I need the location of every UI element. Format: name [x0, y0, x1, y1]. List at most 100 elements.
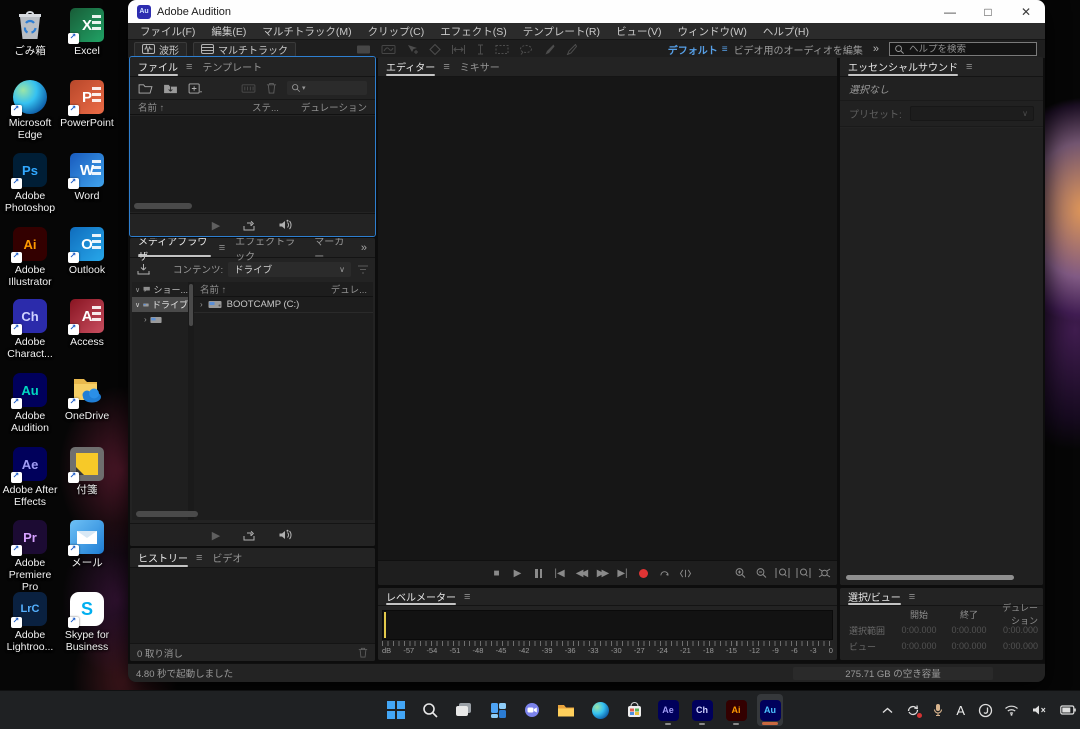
files-list-empty[interactable]	[130, 116, 375, 212]
menu-view[interactable]: ビュー(V)	[608, 24, 670, 39]
stop-button[interactable]: ■	[486, 568, 507, 579]
tab-selection-view[interactable]: 選択/ビュー	[848, 588, 901, 606]
desktop-icon-sticky-notes[interactable]: 付箋	[58, 447, 116, 496]
editor-canvas-empty[interactable]	[378, 77, 837, 560]
razor-tool-icon[interactable]	[429, 44, 441, 55]
menu-edit[interactable]: 編集(E)	[203, 24, 254, 39]
edge-button[interactable]	[587, 694, 613, 726]
menu-templates[interactable]: テンプレート(R)	[515, 24, 608, 39]
trash-icon[interactable]	[358, 647, 368, 658]
file-explorer-button[interactable]	[553, 694, 579, 726]
onedrive-sync-icon[interactable]	[906, 704, 920, 717]
tab-media-browser[interactable]: メディアブラウザー	[138, 238, 211, 258]
chat-button[interactable]	[519, 694, 545, 726]
column-duration[interactable]: デュレーション	[301, 100, 367, 114]
menu-clip[interactable]: クリップ(C)	[360, 24, 433, 39]
selection-duration-value[interactable]: 0:00.000	[994, 625, 1042, 635]
desktop-icon-lightroom[interactable]: LrC Adobe Lightroo...	[1, 592, 59, 653]
close-button[interactable]: ✕	[1007, 0, 1045, 23]
essential-sound-menu-icon[interactable]: ≡	[966, 61, 972, 73]
desktop-icon-access[interactable]: A Access	[58, 299, 116, 348]
tab-mixer[interactable]: ミキサー	[460, 57, 500, 77]
paintbrush-tool-icon[interactable]	[543, 44, 555, 55]
content-dropdown[interactable]: ドライブ ∨	[228, 262, 351, 277]
preview-play-button[interactable]: ▶	[212, 529, 220, 542]
media-panel-menu-icon[interactable]: ≡	[219, 242, 225, 254]
loop-playback-button[interactable]	[654, 568, 675, 579]
search-button[interactable]	[417, 694, 443, 726]
multitrack-mode-button[interactable]: マルチトラック	[193, 42, 296, 57]
skip-to-end-button[interactable]: ▶|	[612, 568, 633, 579]
waveform-mode-button[interactable]: 波形	[134, 42, 187, 57]
loop-speaker-icon[interactable]	[278, 219, 293, 231]
desktop-icon-edge[interactable]: Microsoft Edge	[1, 80, 59, 141]
tab-level-meter[interactable]: レベルメーター	[386, 588, 456, 606]
tab-essential-sound[interactable]: エッセンシャルサウンド	[848, 57, 958, 77]
desktop-icon-onedrive[interactable]: OneDrive	[58, 373, 116, 422]
new-file-icon[interactable]	[188, 83, 203, 94]
desktop-icon-mail[interactable]: メール	[58, 520, 116, 569]
tab-video[interactable]: ビデオ	[212, 548, 242, 568]
desktop-icon-audition[interactable]: Au Adobe Audition	[1, 373, 59, 434]
batch-process-icon[interactable]	[241, 83, 256, 94]
spectral-pitch-tool-icon[interactable]	[381, 44, 396, 55]
volume-icon[interactable]	[1032, 704, 1047, 716]
zoom-out-time-button[interactable]	[793, 567, 814, 579]
battery-icon[interactable]	[1060, 705, 1076, 715]
media-hscrollbar[interactable]	[136, 511, 198, 517]
tab-markers[interactable]: マーカー	[314, 238, 347, 258]
files-hscrollbar[interactable]	[134, 203, 192, 209]
help-search-box[interactable]	[889, 42, 1037, 56]
tab-history[interactable]: ヒストリー	[138, 548, 188, 568]
view-start-value[interactable]: 0:00.000	[894, 641, 944, 651]
tab-editor[interactable]: エディター	[386, 57, 435, 77]
taskbar-character-animator-button[interactable]: Ch	[689, 694, 715, 726]
ime-mode-indicator[interactable]: A	[956, 703, 965, 718]
zoom-out-button[interactable]	[751, 567, 772, 579]
view-duration-value[interactable]: 0:00.000	[994, 641, 1042, 651]
pause-button[interactable]	[528, 569, 549, 578]
desktop-icon-after-effects[interactable]: Ae Adobe After Effects	[1, 447, 59, 508]
workspace-menu-icon[interactable]: ≡	[722, 44, 728, 55]
desktop-icon-illustrator[interactable]: Ai Adobe Illustrator	[1, 227, 59, 288]
record-button[interactable]	[633, 569, 654, 578]
autoplay-icon[interactable]	[242, 219, 256, 231]
tab-effects-rack[interactable]: エフェクトラック	[235, 238, 300, 258]
menu-effects[interactable]: エフェクト(S)	[432, 24, 515, 39]
maximize-button[interactable]: □	[969, 0, 1007, 23]
play-button[interactable]: ▶	[507, 568, 528, 579]
ibeam-tool-icon[interactable]	[476, 44, 485, 55]
panel-overflow-chevron[interactable]: »	[361, 242, 367, 254]
level-meter-menu-icon[interactable]: ≡	[464, 591, 470, 603]
open-file-icon[interactable]	[138, 83, 153, 94]
desktop-icon-recycle-bin[interactable]: ごみ箱	[1, 8, 59, 57]
time-selection-tool-icon[interactable]	[451, 44, 466, 55]
zoom-in-time-button[interactable]	[772, 567, 793, 579]
view-end-value[interactable]: 0:00.000	[944, 641, 994, 651]
menu-help[interactable]: ヘルプ(H)	[755, 24, 817, 39]
desktop-icon-character-animator[interactable]: Ch Adobe Charact...	[1, 299, 59, 360]
workspace-overflow-chevron[interactable]: »	[873, 43, 879, 55]
taskbar-audition-button[interactable]: Au	[757, 694, 783, 726]
rewind-button[interactable]: ◀◀	[570, 568, 591, 579]
workspace-description[interactable]: ビデオ用のオーディオを編集	[734, 42, 863, 57]
marquee-selection-tool-icon[interactable]	[495, 44, 509, 55]
wifi-icon[interactable]	[1004, 704, 1019, 716]
essential-hscrollbar[interactable]	[846, 575, 1014, 580]
preview-play-button[interactable]: ▶	[212, 219, 220, 232]
desktop-icon-premiere-pro[interactable]: Pr Adobe Premiere Pro	[1, 520, 59, 593]
taskbar-after-effects-button[interactable]: Ae	[655, 694, 681, 726]
workspace-selector[interactable]: デフォルト	[668, 42, 718, 57]
title-bar[interactable]: Au Adobe Audition — □ ✕	[128, 0, 1045, 23]
column-duration[interactable]: デュレ...	[331, 282, 367, 296]
tab-files[interactable]: ファイル	[138, 57, 178, 77]
spot-healing-brush-tool-icon[interactable]	[565, 44, 577, 55]
minimize-button[interactable]: —	[931, 0, 969, 23]
desktop-icon-skype[interactable]: S Skype for Business	[58, 592, 116, 653]
desktop-icon-powerpoint[interactable]: P PowerPoint	[58, 80, 116, 129]
tab-templates[interactable]: テンプレート	[202, 57, 262, 77]
selection-end-value[interactable]: 0:00.000	[944, 625, 994, 635]
media-filter-icon[interactable]	[357, 264, 369, 275]
tree-item-drive-child[interactable]: ›	[132, 312, 188, 327]
trash-icon[interactable]	[266, 82, 277, 94]
